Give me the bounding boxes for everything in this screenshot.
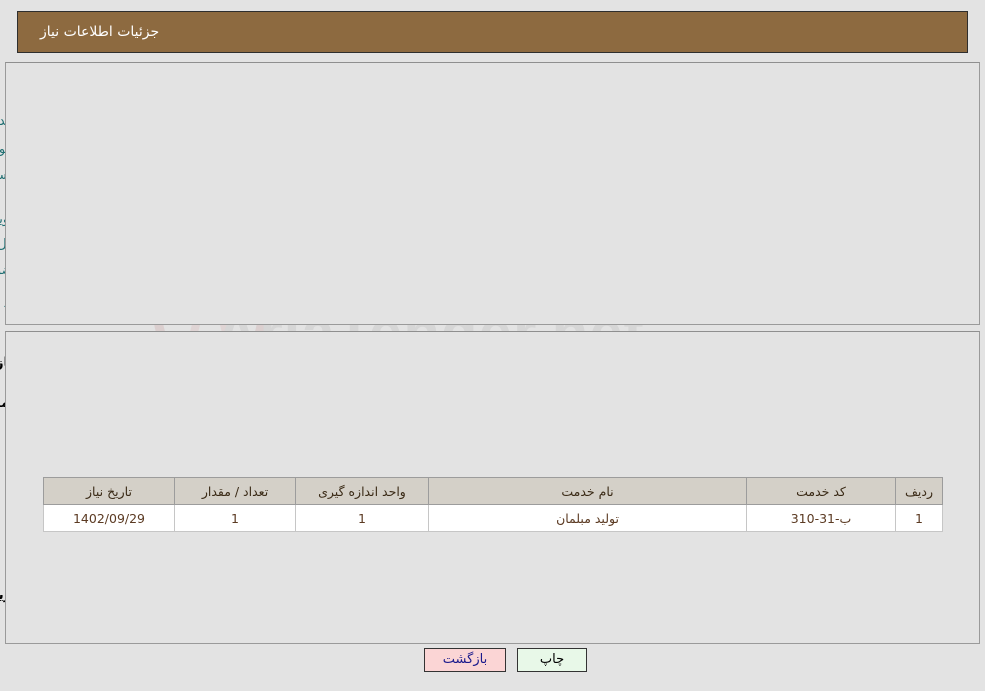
table-header-row: ردیف کد خدمت نام خدمت واحد اندازه گیری ت… xyxy=(43,477,943,505)
cell-name: تولید مبلمان xyxy=(428,504,747,532)
page-header: جزئیات اطلاعات نیاز xyxy=(17,11,968,53)
print-button[interactable]: چاپ xyxy=(517,648,587,672)
col-row: ردیف xyxy=(895,477,943,505)
col-unit: واحد اندازه گیری xyxy=(295,477,429,505)
cell-qty: 1 xyxy=(174,504,296,532)
cell-unit: 1 xyxy=(295,504,429,532)
back-button[interactable]: بازگشت xyxy=(424,648,506,672)
col-date: تاریخ نیاز xyxy=(43,477,175,505)
col-code: کد خدمت xyxy=(746,477,896,505)
table-row: 1 ب-31-310 تولید مبلمان 1 1 1402/09/29 xyxy=(43,504,943,532)
need-info-panel xyxy=(5,62,980,325)
cell-code: ب-31-310 xyxy=(746,504,896,532)
services-table: ردیف کد خدمت نام خدمت واحد اندازه گیری ت… xyxy=(43,477,943,532)
col-qty: تعداد / مقدار xyxy=(174,477,296,505)
page-title: جزئیات اطلاعات نیاز xyxy=(40,24,160,40)
cell-row: 1 xyxy=(895,504,943,532)
cell-date: 1402/09/29 xyxy=(43,504,175,532)
col-name: نام خدمت xyxy=(428,477,747,505)
